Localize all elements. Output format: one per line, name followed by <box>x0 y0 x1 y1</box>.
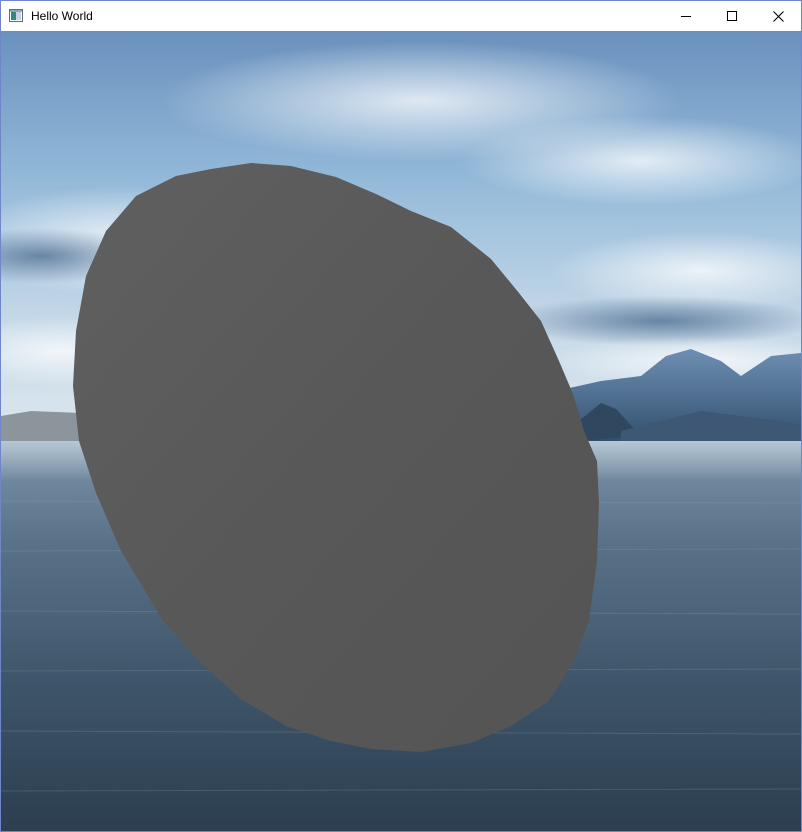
title-bar[interactable]: Hello World <box>1 1 801 31</box>
render-viewport[interactable] <box>1 31 801 831</box>
maximize-button[interactable] <box>709 1 755 31</box>
app-window: Hello World <box>0 0 802 832</box>
close-button[interactable] <box>755 1 801 31</box>
minimize-icon <box>681 16 691 17</box>
minimize-button[interactable] <box>663 1 709 31</box>
close-icon <box>772 10 784 22</box>
window-app-icon <box>9 9 23 22</box>
maximize-icon <box>727 11 737 21</box>
window-title: Hello World <box>31 9 93 23</box>
skybox-scene <box>1 31 801 831</box>
